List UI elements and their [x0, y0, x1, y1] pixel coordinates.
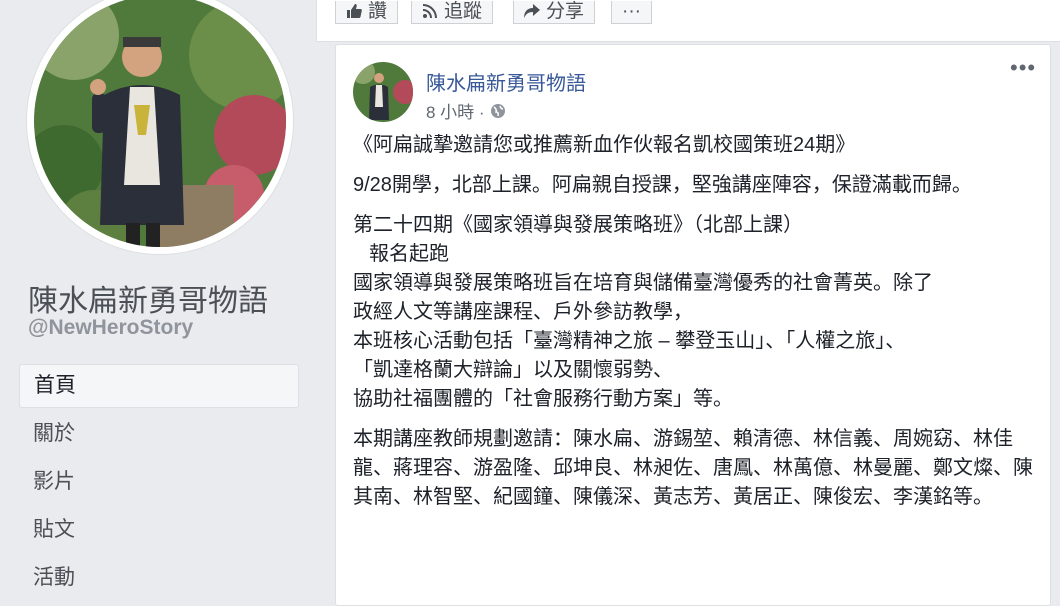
follow-button-label: 追蹤 [444, 1, 483, 22]
post-description-line: 政經人文等講座課程、戶外參訪教學， [353, 301, 693, 323]
globe-icon [490, 103, 505, 118]
sidebar-item-about[interactable]: 關於 [19, 412, 299, 456]
like-button-label: 讚 [368, 1, 388, 22]
post-author-name[interactable]: 陳水扁新勇哥物語 [426, 67, 586, 96]
post-lecturers: 本期講座教師規劃邀請：陳水扁、游錫堃、賴清德、林信義、周婉窈、林佳龍、蔣理容、游… [353, 428, 1033, 508]
rss-follow-icon [422, 4, 437, 19]
more-options-button[interactable]: ··· [611, 1, 652, 24]
sidebar-item-events[interactable]: 活動 [19, 556, 299, 600]
post-description-line: 「凱達格蘭大辯論」以及關懷弱勢、 [353, 359, 673, 381]
post-meta: 8 小時 · [426, 98, 506, 123]
post-description-line: 國家領導與發展策略班旨在培育與儲備臺灣優秀的社會菁英。除了 [353, 272, 933, 294]
page-action-bar: 讚 追蹤 分享 ··· [316, 0, 1060, 42]
share-button[interactable]: 分享 [513, 1, 596, 24]
page-handle[interactable]: @NewHeroStory [28, 316, 193, 340]
post-card: 陳水扁新勇哥物語 8 小時 · ••• 《阿扁誠摯邀請您或推薦新血作伙報名凱校國… [335, 44, 1051, 606]
post-description-line: 本班核心活動包括「臺灣精神之旅 – 攀登玉山」、「人權之旅」、 [353, 330, 906, 352]
follow-button[interactable]: 追蹤 [411, 1, 494, 24]
page-title: 陳水扁新勇哥物語 [28, 285, 268, 318]
post-intro: 9/28開學，北部上課。阿扁親自授課，堅強講座陣容，保證滿載而歸。 [353, 174, 972, 196]
post-section: 第二十四期《國家領導與發展策略班》（北部上課） 報名起跑 國家領導與發展策略… [353, 211, 1033, 414]
post-signup-line: 報名起跑 [353, 243, 465, 265]
share-arrow-icon [524, 4, 540, 18]
sidebar-nav: 首頁 關於 影片 貼文 活動 [19, 364, 299, 604]
post-timestamp[interactable]: 8 小時 · [426, 98, 485, 123]
sidebar-item-videos[interactable]: 影片 [19, 460, 299, 504]
post-section-heading: 第二十四期《國家領導與發展策略班》（北部上課） [353, 214, 803, 236]
like-button[interactable]: 讚 [335, 1, 399, 24]
post-description-line: 協助社福團體的「社會服務行動方案」等。 [353, 388, 733, 410]
sidebar-item-posts[interactable]: 貼文 [19, 508, 299, 552]
post-body: 《阿扁誠摯邀請您或推薦新血作伙報名凱校國策班24期》 9/28開學，北部上課。阿… [353, 131, 1033, 523]
thumbs-up-icon [347, 4, 362, 18]
post-title: 《阿扁誠摯邀請您或推薦新血作伙報名凱校國策班24期》 [353, 134, 856, 156]
profile-picture[interactable] [34, 0, 286, 247]
share-button-label: 分享 [546, 1, 585, 22]
sidebar-item-home[interactable]: 首頁 [19, 364, 299, 408]
post-options-button[interactable]: ••• [1010, 57, 1036, 79]
post-author-avatar[interactable] [353, 62, 413, 122]
